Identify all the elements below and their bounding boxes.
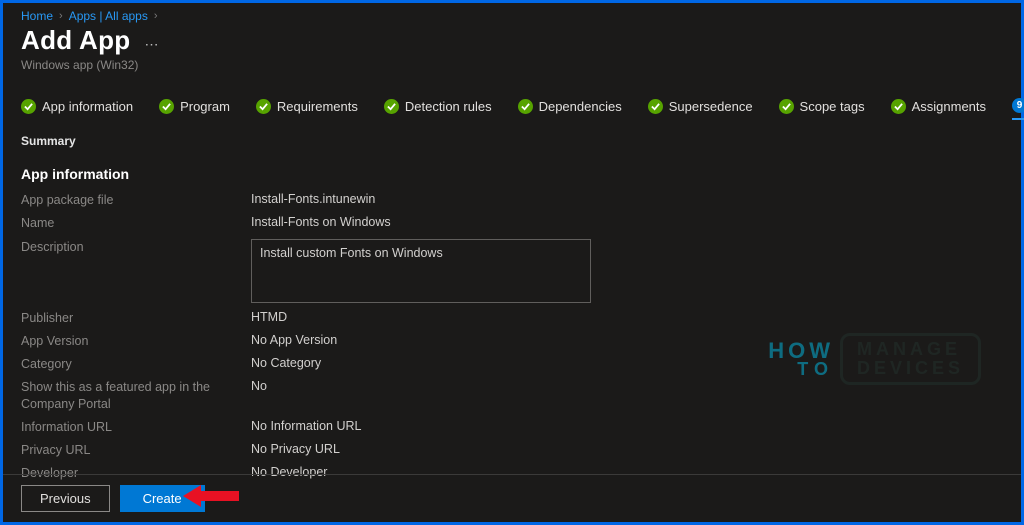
- tab-label: Requirements: [277, 99, 358, 114]
- label-publisher: Publisher: [21, 310, 251, 326]
- tab-review-create[interactable]: 9 Review + create: [1012, 98, 1024, 120]
- create-button[interactable]: Create: [120, 485, 205, 512]
- tab-app-information[interactable]: App information: [21, 99, 133, 119]
- step-number-icon: 9: [1012, 98, 1024, 113]
- label-featured: Show this as a featured app in the Compa…: [21, 379, 251, 412]
- value-category: No Category: [251, 356, 321, 370]
- tab-program[interactable]: Program: [159, 99, 230, 119]
- wizard-footer: Previous Create: [3, 474, 1021, 522]
- tab-scope-tags[interactable]: Scope tags: [779, 99, 865, 119]
- tab-requirements[interactable]: Requirements: [256, 99, 358, 119]
- chevron-right-icon: ›: [154, 10, 158, 22]
- chevron-right-icon: ›: [59, 10, 63, 22]
- value-privacy-url: No Privacy URL: [251, 442, 340, 456]
- label-description: Description: [21, 239, 251, 255]
- check-icon: [21, 99, 36, 114]
- value-name: Install-Fonts on Windows: [251, 215, 391, 229]
- check-icon: [518, 99, 533, 114]
- breadcrumb: Home › Apps | All apps ›: [21, 9, 1003, 23]
- page-subtitle: Windows app (Win32): [21, 58, 1003, 72]
- tab-label: Program: [180, 99, 230, 114]
- tab-dependencies[interactable]: Dependencies: [518, 99, 622, 119]
- label-app-version: App Version: [21, 333, 251, 349]
- label-info-url: Information URL: [21, 419, 251, 435]
- section-title-app-info: App information: [21, 166, 1003, 182]
- breadcrumb-apps[interactable]: Apps | All apps: [69, 9, 148, 23]
- value-app-package-file: Install-Fonts.intunewin: [251, 192, 375, 206]
- value-app-version: No App Version: [251, 333, 337, 347]
- check-icon: [256, 99, 271, 114]
- label-category: Category: [21, 356, 251, 372]
- label-privacy-url: Privacy URL: [21, 442, 251, 458]
- more-actions-button[interactable]: ⋯: [144, 36, 158, 53]
- value-featured: No: [251, 379, 267, 393]
- tab-label: Scope tags: [800, 99, 865, 114]
- value-info-url: No Information URL: [251, 419, 361, 433]
- tab-supersedence[interactable]: Supersedence: [648, 99, 753, 119]
- summary-label: Summary: [21, 134, 1003, 148]
- tab-label: Detection rules: [405, 99, 492, 114]
- value-description: Install custom Fonts on Windows: [251, 239, 591, 303]
- check-icon: [159, 99, 174, 114]
- tab-label: Dependencies: [539, 99, 622, 114]
- label-name: Name: [21, 215, 251, 231]
- tab-label: Assignments: [912, 99, 986, 114]
- previous-button[interactable]: Previous: [21, 485, 110, 512]
- tab-detection-rules[interactable]: Detection rules: [384, 99, 492, 119]
- page-title: Add App: [21, 25, 130, 56]
- check-icon: [648, 99, 663, 114]
- tab-assignments[interactable]: Assignments: [891, 99, 986, 119]
- label-app-package-file: App package file: [21, 192, 251, 208]
- tab-label: Supersedence: [669, 99, 753, 114]
- breadcrumb-home[interactable]: Home: [21, 9, 53, 23]
- value-publisher: HTMD: [251, 310, 287, 324]
- tab-label: App information: [42, 99, 133, 114]
- check-icon: [779, 99, 794, 114]
- check-icon: [891, 99, 906, 114]
- check-icon: [384, 99, 399, 114]
- wizard-tabs: App information Program Requirements Det…: [21, 98, 1003, 120]
